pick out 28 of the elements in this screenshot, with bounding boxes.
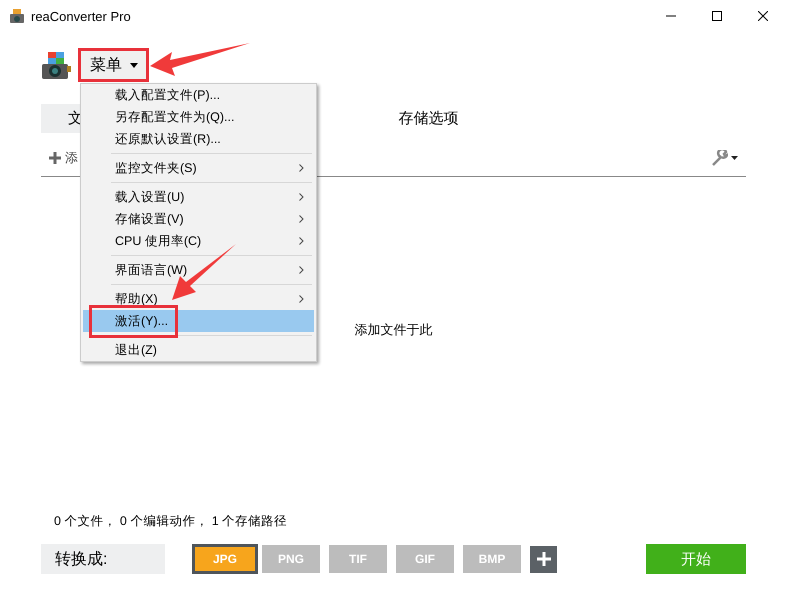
- status-text: 0 个文件， 0 个编辑动作， 1 个存储路径: [54, 514, 288, 528]
- menu-item[interactable]: 存储设置(V): [83, 208, 314, 230]
- window-title: reaConverter Pro: [31, 8, 131, 24]
- wrench-icon: [712, 150, 728, 166]
- highlight-frame: [78, 48, 149, 82]
- menu-item[interactable]: CPU 使用率(C): [83, 230, 314, 252]
- menu-item[interactable]: 载入设置(U): [83, 186, 314, 208]
- app-logo: [40, 50, 72, 80]
- add-files-button[interactable]: 添: [41, 149, 78, 167]
- menu-item[interactable]: 监控文件夹(S): [83, 157, 314, 179]
- caret-icon: [130, 62, 138, 68]
- menu-item[interactable]: 载入配置文件(P)...: [83, 84, 314, 106]
- app-icon: [9, 8, 25, 24]
- close-icon: [758, 11, 768, 21]
- menu-item[interactable]: 帮助(X): [83, 288, 314, 310]
- maximize-icon: [712, 11, 722, 21]
- caret-icon: [731, 156, 738, 160]
- menu-item[interactable]: 还原默认设置(R)...: [83, 128, 314, 150]
- add-format-button[interactable]: [530, 546, 557, 572]
- drop-hint: 添加文件于此: [354, 321, 432, 339]
- convert-to-label: 转换成:: [41, 544, 165, 574]
- settings-button[interactable]: [712, 150, 738, 166]
- menu-item[interactable]: 激活(Y)...: [83, 310, 314, 332]
- menu-item[interactable]: 另存配置文件为(Q)...: [83, 106, 314, 128]
- menu-item[interactable]: 退出(Z): [83, 339, 314, 361]
- plus-icon: [536, 552, 550, 566]
- plus-icon: [49, 152, 61, 164]
- menu-item[interactable]: 界面语言(W): [83, 259, 314, 281]
